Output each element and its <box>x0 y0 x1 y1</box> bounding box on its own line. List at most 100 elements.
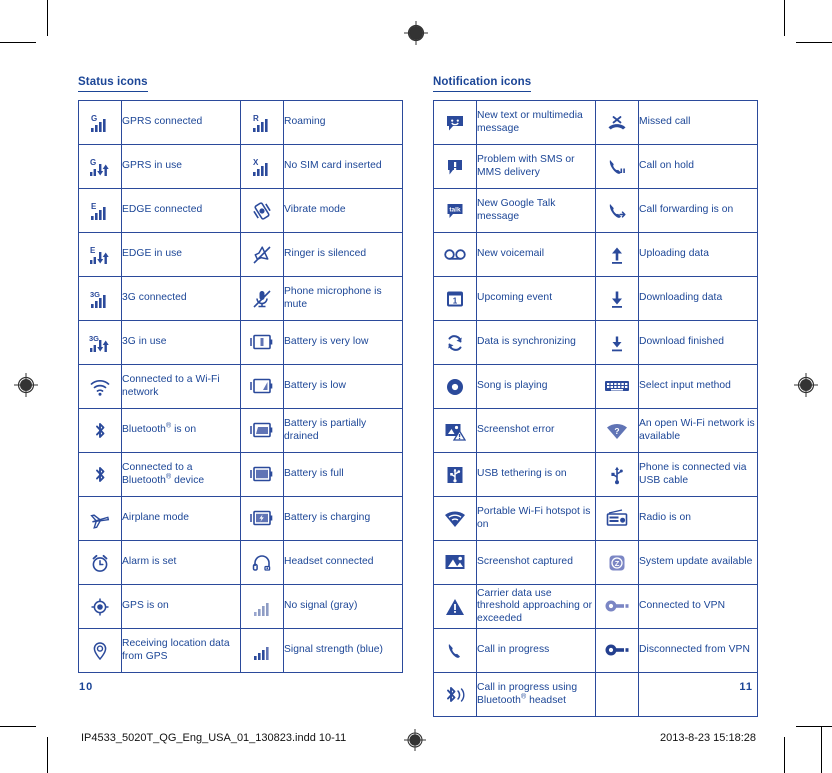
new-message-icon <box>433 100 477 145</box>
notification-label: New Google Talk message <box>476 188 596 233</box>
call-forwarding-icon <box>595 188 639 233</box>
status-label: No signal (gray) <box>283 584 403 629</box>
screenshot-captured-icon <box>433 540 477 585</box>
svg-text:R: R <box>253 114 259 123</box>
status-label: Alarm is set <box>121 540 241 585</box>
google-talk-icon: talk <box>433 188 477 233</box>
svg-text:G: G <box>90 158 96 167</box>
3g-in-use-icon: 3G <box>78 320 122 365</box>
headset-connected-icon <box>240 540 284 585</box>
crop-mark-bottom-left-v <box>47 737 48 773</box>
status-label: Battery is full <box>283 452 403 497</box>
page-number-right: 11 <box>739 681 753 693</box>
table-row: GPS is on No signal (gray) <box>78 584 403 629</box>
bluetooth-connected-icon <box>78 452 122 497</box>
svg-text:E: E <box>90 246 96 255</box>
registration-mark-top <box>403 20 429 46</box>
call-on-hold-icon <box>595 144 639 189</box>
notification-label: Portable Wi-Fi hotspot is on <box>476 496 596 541</box>
svg-text:Z: Z <box>615 559 620 568</box>
battery-charging-icon <box>240 496 284 541</box>
data-sync-icon <box>433 320 477 365</box>
svg-text:E: E <box>91 202 97 211</box>
table-row: Problem with SMS or MMS delivery Call on… <box>433 144 758 189</box>
crop-mark-top-right-v <box>784 0 785 36</box>
table-row: E EDGE connected Vibrate mode <box>78 188 403 233</box>
status-label: Ringer is silenced <box>283 232 403 277</box>
status-label: Connected to a Wi-Fi network <box>121 364 241 409</box>
notification-label: Screenshot captured <box>476 540 596 585</box>
status-label: GPS is on <box>121 584 241 629</box>
download-finished-icon <box>595 320 639 365</box>
table-row: Data is synchronizing Download finished <box>433 320 758 365</box>
svg-text:?: ? <box>614 426 619 436</box>
notification-label: Downloading data <box>638 276 758 321</box>
crop-mark-top-left-v <box>47 0 48 36</box>
no-signal-gray-icon <box>240 584 284 629</box>
3g-connected-icon: 3G <box>78 276 122 321</box>
table-row: Screenshot captured Z System update avai… <box>433 540 758 585</box>
vpn-connected-icon <box>595 584 639 629</box>
notification-icons-heading: Notification icons <box>433 76 532 92</box>
manual-page-spread: Status icons G GPRS connected R Roaming … <box>0 0 832 773</box>
gps-receiving-icon <box>78 628 122 673</box>
battery-low-icon <box>240 364 284 409</box>
notification-label: Call in progress using Bluetooth® headse… <box>476 672 596 717</box>
crop-mark-top-left-h <box>0 42 36 43</box>
status-label: Battery is very low <box>283 320 403 365</box>
notification-label: Disconnected from VPN <box>638 628 758 673</box>
crop-mark-bottom-left-h <box>0 726 36 727</box>
status-label: Bluetooth® is on <box>121 408 241 453</box>
edge-in-use-icon: E <box>78 232 122 277</box>
upcoming-event-icon: 1 <box>433 276 477 321</box>
status-icons-column: Status icons G GPRS connected R Roaming … <box>78 72 403 673</box>
status-label: Airplane mode <box>121 496 241 541</box>
notification-label: Call in progress <box>476 628 596 673</box>
battery-very-low-icon <box>240 320 284 365</box>
status-label: Connected to a Bluetooth® device <box>121 452 241 497</box>
wifi-hotspot-icon <box>433 496 477 541</box>
bluetooth-call-icon <box>433 672 477 717</box>
microphone-mute-icon <box>240 276 284 321</box>
crop-mark-top-right-h <box>796 42 832 43</box>
status-icons-table: G GPRS connected R Roaming G GPRS in use… <box>78 100 403 673</box>
alarm-set-icon <box>78 540 122 585</box>
notification-label: USB tethering is on <box>476 452 596 497</box>
status-label: EDGE connected <box>121 188 241 233</box>
svg-text:talk: talk <box>449 206 461 213</box>
notification-label: Phone is connected via USB cable <box>638 452 758 497</box>
table-row: 1 Upcoming event Downloading data <box>433 276 758 321</box>
table-row: Song is playing Select input method <box>433 364 758 409</box>
status-label: 3G in use <box>121 320 241 365</box>
table-row: New text or multimedia message Missed ca… <box>433 100 758 145</box>
usb-tethering-icon <box>433 452 477 497</box>
notification-label: New text or multimedia message <box>476 100 596 145</box>
table-row: Connected to a Wi-Fi network Battery is … <box>78 364 403 409</box>
status-label: Battery is low <box>283 364 403 409</box>
missed-call-icon <box>595 100 639 145</box>
notification-label: Connected to VPN <box>638 584 758 629</box>
table-row: Airplane mode Battery is charging <box>78 496 403 541</box>
status-label: GPRS connected <box>121 100 241 145</box>
print-filename-slug: IP4533_5020T_QG_Eng_USA_01_130823.indd 1… <box>81 732 347 744</box>
uploading-data-icon <box>595 232 639 277</box>
gprs-connected-icon: G <box>78 100 122 145</box>
status-label: Headset connected <box>283 540 403 585</box>
table-row: 3G 3G in use Battery is very low <box>78 320 403 365</box>
screenshot-error-icon <box>433 408 477 453</box>
table-row: Portable Wi-Fi hotspot is on Radio is on <box>433 496 758 541</box>
notification-label: Missed call <box>638 100 758 145</box>
notification-label: Upcoming event <box>476 276 596 321</box>
notification-label: Download finished <box>638 320 758 365</box>
table-row: Call in progress using Bluetooth® headse… <box>433 672 758 717</box>
notification-label: Data is synchronizing <box>476 320 596 365</box>
input-method-icon <box>595 364 639 409</box>
song-playing-icon <box>433 364 477 409</box>
gprs-in-use-icon: G <box>78 144 122 189</box>
table-row: USB tethering is on Phone is connected v… <box>433 452 758 497</box>
vibrate-mode-icon <box>240 188 284 233</box>
notification-label: Call on hold <box>638 144 758 189</box>
voicemail-icon <box>433 232 477 277</box>
battery-full-icon <box>240 452 284 497</box>
status-label: Battery is charging <box>283 496 403 541</box>
